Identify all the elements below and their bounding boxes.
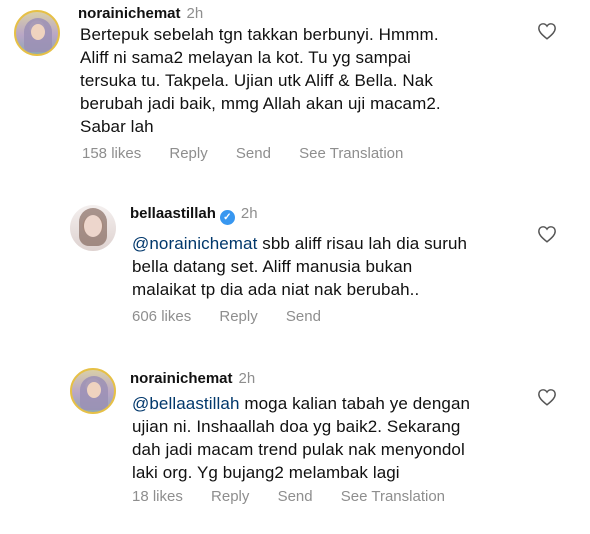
timestamp: 2h bbox=[238, 370, 256, 387]
mention-link[interactable]: @bellaastillah bbox=[132, 394, 240, 413]
username[interactable]: bellaastillah bbox=[130, 205, 216, 222]
comment-header: norainichemat 2h bbox=[130, 370, 255, 387]
comment-line: moga kalian tabah ye dengan bbox=[239, 394, 471, 413]
heart-icon[interactable] bbox=[537, 22, 557, 40]
avatar-face bbox=[87, 382, 101, 398]
comment-text: @bellaastillah moga kalian tabah ye deng… bbox=[132, 392, 470, 484]
comment-line: sbb aliff risau lah dia suruh bbox=[257, 234, 468, 253]
comment-text: Bertepuk sebelah tgn takkan berbunyi. Hm… bbox=[80, 23, 441, 138]
comment-line: Aliff ni sama2 melayan la kot. Tu yg sam… bbox=[80, 48, 411, 67]
comment-2: bellaastillah ✓ 2h @norainichemat sbb alif… bbox=[0, 195, 590, 335]
comment-line: malaikat tp dia ada niat nak berubah.. bbox=[132, 280, 420, 299]
reply-button[interactable]: Reply bbox=[219, 308, 257, 325]
timestamp: 2h bbox=[240, 205, 258, 222]
likes-count[interactable]: 606 likes bbox=[132, 308, 191, 325]
comment-actions: 18 likes Reply Send See Translation bbox=[132, 488, 469, 505]
comment-line: dah jadi macam trend pulak nak menyondol bbox=[132, 440, 465, 459]
mention-link[interactable]: @norainichemat bbox=[132, 234, 257, 253]
send-button[interactable]: Send bbox=[286, 308, 321, 325]
avatar-face bbox=[84, 215, 102, 237]
heart-icon[interactable] bbox=[537, 225, 557, 243]
send-button[interactable]: Send bbox=[236, 145, 271, 162]
comment-text: @norainichemat sbb aliff risau lah dia s… bbox=[132, 232, 467, 301]
username[interactable]: norainichemat bbox=[130, 370, 233, 387]
comment-actions: 606 likes Reply Send bbox=[132, 308, 345, 325]
likes-count[interactable]: 18 likes bbox=[132, 488, 183, 505]
comment-header: norainichemat 2h bbox=[78, 5, 203, 22]
timestamp: 2h bbox=[186, 5, 204, 22]
comment-actions: 158 likes Reply Send See Translation bbox=[82, 145, 427, 162]
avatar-face bbox=[31, 24, 45, 40]
see-translation-button[interactable]: See Translation bbox=[299, 145, 403, 162]
comment-line: Bertepuk sebelah tgn takkan berbunyi. Hm… bbox=[80, 25, 439, 44]
reply-button[interactable]: Reply bbox=[169, 145, 207, 162]
avatar[interactable] bbox=[70, 368, 116, 414]
comment-1: norainichemat 2h Bertepuk sebelah tgn tak… bbox=[0, 0, 590, 180]
heart-icon[interactable] bbox=[537, 388, 557, 406]
comment-line: bella datang set. Aliff manusia bukan bbox=[132, 257, 413, 276]
reply-button[interactable]: Reply bbox=[211, 488, 249, 505]
see-translation-button[interactable]: See Translation bbox=[341, 488, 445, 505]
likes-count[interactable]: 158 likes bbox=[82, 145, 141, 162]
comment-header: bellaastillah ✓ 2h bbox=[130, 205, 258, 225]
verified-badge-icon: ✓ bbox=[219, 210, 235, 225]
comment-line: Sabar lah bbox=[80, 117, 154, 136]
username[interactable]: norainichemat bbox=[78, 5, 181, 22]
comment-line: ujian ni. Inshaallah doa yg baik2. Sekar… bbox=[132, 417, 461, 436]
comment-3: norainichemat 2h @bellaastillah moga kali… bbox=[0, 360, 590, 534]
comment-line: laki org. Yg bujang2 melambak lagi bbox=[132, 463, 400, 482]
avatar[interactable] bbox=[14, 10, 60, 56]
comment-line: tersuka tu. Takpela. Ujian utk Aliff & B… bbox=[80, 71, 433, 90]
send-button[interactable]: Send bbox=[278, 488, 313, 505]
avatar[interactable] bbox=[70, 205, 116, 251]
comment-line: berubah jadi baik, mmg Allah akan uji ma… bbox=[80, 94, 441, 113]
